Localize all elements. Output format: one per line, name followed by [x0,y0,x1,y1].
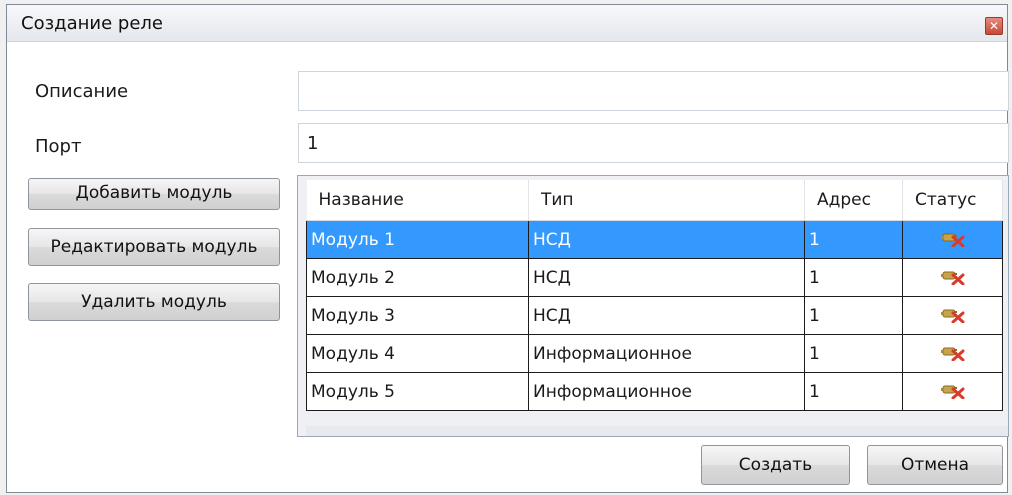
port-field[interactable] [298,123,1009,163]
title-bar: Создание реле ✕ [7,5,1007,42]
table-row[interactable]: Модуль 3 НСД 1 [306,296,1003,335]
cell-type[interactable]: НСД [528,220,805,259]
cell-name[interactable]: Модуль 1 [306,220,529,259]
table-row[interactable]: Модуль 2 НСД 1 [306,258,1003,297]
column-header-status[interactable]: Статус [902,180,1003,221]
cell-status[interactable] [902,372,1003,411]
cell-address[interactable]: 1 [804,372,903,411]
close-icon[interactable]: ✕ [985,17,1003,35]
cell-name[interactable]: Модуль 3 [306,296,529,335]
edit-module-button[interactable]: Редактировать модуль [28,228,280,266]
cell-address[interactable]: 1 [804,220,903,259]
cell-status[interactable] [902,258,1003,297]
cell-address[interactable]: 1 [804,334,903,373]
disconnected-status-icon [940,341,966,366]
cell-type[interactable]: НСД [528,258,805,297]
dialog-title: Создание реле [21,13,163,34]
column-header-type[interactable]: Тип [528,180,805,221]
disconnected-status-icon [940,265,966,290]
disconnected-status-icon [940,379,966,404]
create-relay-dialog: Создание реле ✕ Описание Порт Добавить м… [6,4,1009,493]
disconnected-status-icon [940,227,966,252]
column-header-name[interactable]: Название [306,180,529,221]
table-row[interactable]: Модуль 5 Информационное 1 [306,372,1003,411]
cell-type[interactable]: Информационное [528,334,805,373]
delete-module-button[interactable]: Удалить модуль [28,283,280,321]
add-module-button[interactable]: Добавить модуль [28,178,280,210]
cell-name[interactable]: Модуль 5 [306,372,529,411]
cell-name[interactable]: Модуль 2 [306,258,529,297]
horizontal-scrollbar[interactable] [306,426,1008,436]
cell-address[interactable]: 1 [804,296,903,335]
disconnected-status-icon [940,303,966,328]
table-row[interactable]: Модуль 1 НСД 1 [306,220,1003,259]
cell-name[interactable]: Модуль 4 [306,334,529,373]
cell-status[interactable] [902,296,1003,335]
cell-address[interactable]: 1 [804,258,903,297]
cell-status[interactable] [902,334,1003,373]
port-label: Порт [35,136,82,157]
cancel-button[interactable]: Отмена [867,445,1003,485]
cell-type[interactable]: Информационное [528,372,805,411]
table-header: Название Тип Адрес Статус [306,180,1003,221]
description-field[interactable] [298,71,1009,111]
column-header-address[interactable]: Адрес [804,180,903,221]
cell-type[interactable]: НСД [528,296,805,335]
cell-status[interactable] [902,220,1003,259]
modules-table[interactable]: Название Тип Адрес Статус Модуль 1 НСД 1 Мо… [297,175,1009,437]
description-label: Описание [35,81,129,102]
create-button[interactable]: Создать [701,445,850,485]
table-row[interactable]: Модуль 4 Информационное 1 [306,334,1003,373]
